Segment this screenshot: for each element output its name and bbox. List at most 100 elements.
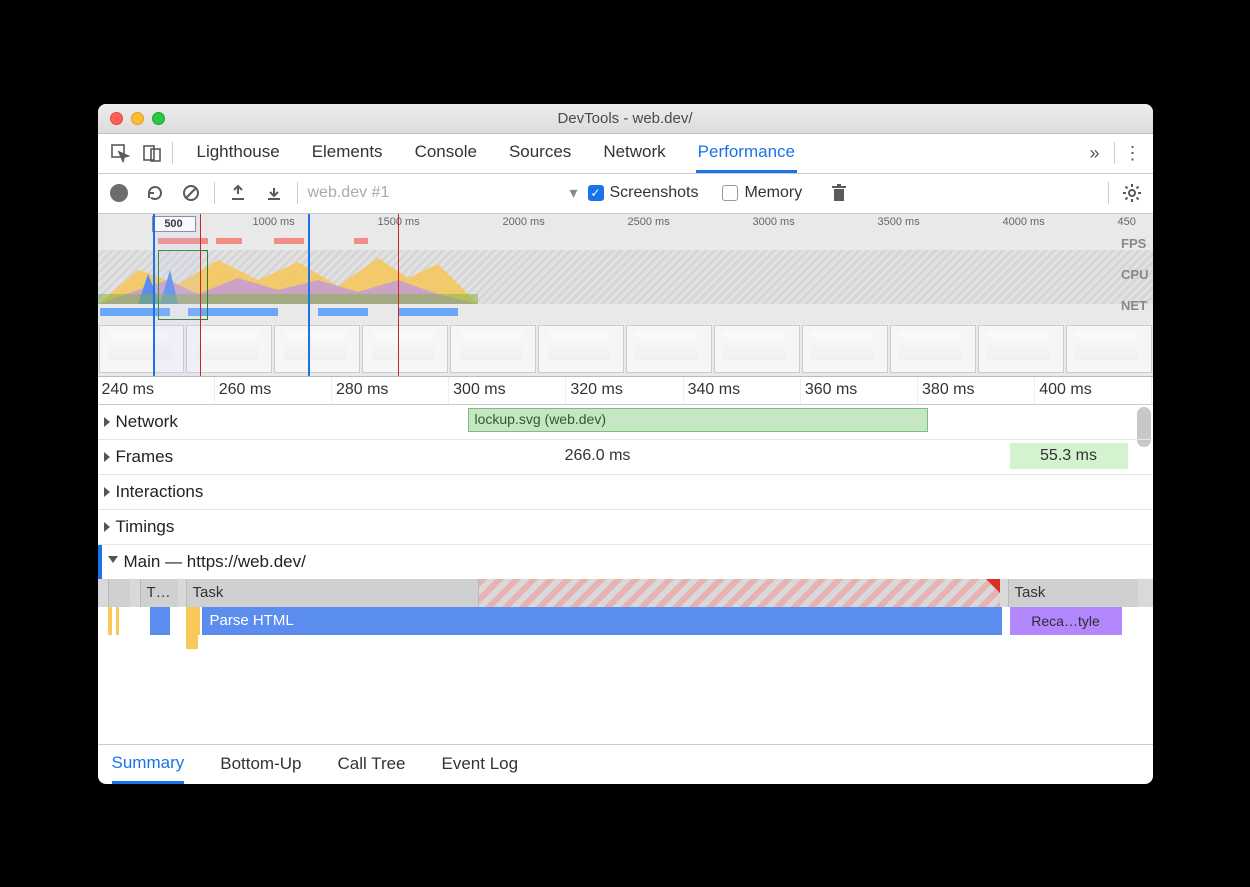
flame-chart[interactable]: Network lockup.svg (web.dev) Frames 266.… — [98, 405, 1153, 744]
track-label: Main — https://web.dev/ — [124, 552, 306, 572]
ruler-tick: 450 — [1118, 216, 1136, 228]
long-task-flag-icon — [986, 579, 1000, 593]
screenshot-thumb[interactable] — [802, 325, 888, 373]
overview-cursor-red — [398, 214, 399, 376]
screenshot-thumb[interactable] — [714, 325, 800, 373]
screenshot-thumb[interactable] — [626, 325, 712, 373]
collect-garbage-icon[interactable] — [826, 180, 852, 206]
overview-lane-labels: FPS CPU NET — [1121, 236, 1148, 313]
task-micro[interactable] — [108, 579, 130, 607]
reload-record-button[interactable] — [142, 180, 168, 206]
ruler-tick: 400 ms — [1035, 377, 1152, 404]
cpu-label: CPU — [1121, 267, 1148, 282]
task-segment[interactable]: T… — [140, 579, 178, 607]
ruler-tick: 260 ms — [215, 377, 332, 404]
clear-button[interactable] — [178, 180, 204, 206]
tab-elements[interactable]: Elements — [310, 134, 385, 173]
script-segment[interactable] — [186, 607, 200, 635]
track-label: Frames — [116, 447, 174, 467]
inspect-element-icon[interactable] — [104, 137, 136, 169]
more-tabs-icon[interactable]: » — [1080, 143, 1110, 164]
tab-network[interactable]: Network — [601, 134, 667, 173]
ruler-tick: 280 ms — [332, 377, 449, 404]
tab-summary[interactable]: Summary — [112, 745, 185, 784]
recalc-style-segment[interactable]: Reca…tyle — [1010, 607, 1122, 635]
expand-triangle-icon[interactable] — [104, 522, 110, 532]
ruler-tick: 320 ms — [566, 377, 683, 404]
expand-triangle-icon[interactable] — [104, 487, 110, 497]
tab-bottom-up[interactable]: Bottom-Up — [220, 746, 301, 782]
window-title: DevTools - web.dev/ — [98, 110, 1153, 127]
screenshot-thumb[interactable] — [538, 325, 624, 373]
script-segment[interactable] — [108, 607, 112, 635]
overview-pane[interactable]: 500 1000 ms 1500 ms 2000 ms 2500 ms 3000… — [98, 214, 1153, 377]
tab-console[interactable]: Console — [413, 134, 479, 173]
track-network[interactable]: Network lockup.svg (web.dev) — [98, 405, 1153, 440]
ruler-tick: 1000 ms — [253, 216, 295, 228]
expand-triangle-icon[interactable] — [104, 417, 110, 427]
parse-segment[interactable] — [150, 607, 170, 635]
script-segment[interactable] — [116, 607, 119, 635]
screenshot-thumb[interactable] — [274, 325, 360, 373]
capture-settings-icon[interactable] — [1119, 180, 1145, 206]
main-tabs: Lighthouse Elements Console Sources Netw… — [195, 134, 1080, 173]
call-row-2 — [98, 635, 1153, 653]
tab-performance[interactable]: Performance — [696, 134, 797, 173]
overview-fps-lane — [98, 234, 1153, 250]
ruler-tick: 3500 ms — [878, 216, 920, 228]
script-segment[interactable] — [186, 635, 198, 649]
track-label: Network — [116, 412, 178, 432]
screenshot-thumb[interactable] — [1066, 325, 1152, 373]
screenshot-thumb[interactable] — [450, 325, 536, 373]
track-main[interactable]: Main — https://web.dev/ T… Task Task Par… — [98, 545, 1153, 713]
save-profile-icon[interactable] — [261, 180, 287, 206]
network-request[interactable]: lockup.svg (web.dev) — [468, 408, 928, 432]
load-profile-icon[interactable] — [225, 180, 251, 206]
record-button[interactable] — [106, 180, 132, 206]
expand-triangle-icon[interactable] — [104, 452, 110, 462]
frame-duration[interactable]: 266.0 ms — [188, 443, 1008, 469]
ruler-tick: 360 ms — [801, 377, 918, 404]
details-tabs: Summary Bottom-Up Call Tree Event Log — [98, 744, 1153, 784]
overview-cursor-blue — [308, 214, 310, 376]
call-row: Parse HTML Reca…tyle — [98, 607, 1153, 635]
track-label: Timings — [116, 517, 175, 537]
task-segment[interactable]: Task — [186, 579, 478, 607]
memory-label: Memory — [744, 184, 802, 202]
ruler-tick: 3000 ms — [753, 216, 795, 228]
tab-lighthouse[interactable]: Lighthouse — [195, 134, 282, 173]
parse-html-segment[interactable]: Parse HTML — [202, 607, 1002, 635]
screenshot-thumb[interactable] — [978, 325, 1064, 373]
recording-select[interactable]: web.dev #1 ▾ — [308, 183, 578, 203]
task-segment[interactable]: Task — [1008, 579, 1138, 607]
chevron-down-icon: ▾ — [569, 183, 577, 203]
flame-ruler[interactable]: 240 ms 260 ms 280 ms 300 ms 320 ms 340 m… — [98, 377, 1153, 405]
checkbox-checked-icon: ✓ — [588, 185, 604, 201]
ruler-tick: 2000 ms — [503, 216, 545, 228]
task-row: T… Task Task — [98, 579, 1153, 607]
screenshot-thumb[interactable] — [890, 325, 976, 373]
screenshot-thumb[interactable] — [362, 325, 448, 373]
screenshot-filmstrip[interactable] — [98, 324, 1153, 374]
ruler-tick: 380 ms — [918, 377, 1035, 404]
collapse-triangle-icon[interactable] — [108, 556, 118, 568]
screenshots-checkbox[interactable]: ✓ Screenshots — [588, 184, 699, 202]
net-label: NET — [1121, 298, 1148, 313]
divider — [1108, 182, 1109, 204]
checkbox-unchecked-icon — [722, 185, 738, 201]
long-task-segment[interactable] — [478, 579, 1000, 607]
track-interactions[interactable]: Interactions — [98, 475, 1153, 510]
tab-event-log[interactable]: Event Log — [442, 746, 519, 782]
track-frames[interactable]: Frames 266.0 ms 55.3 ms — [98, 440, 1153, 475]
tab-sources[interactable]: Sources — [507, 134, 573, 173]
overview-selection[interactable] — [153, 214, 201, 376]
tab-call-tree[interactable]: Call Tree — [337, 746, 405, 782]
device-toolbar-icon[interactable] — [136, 137, 168, 169]
track-timings[interactable]: Timings — [98, 510, 1153, 545]
settings-menu-icon[interactable]: ⋮ — [1119, 143, 1147, 164]
frame-duration[interactable]: 55.3 ms — [1010, 443, 1128, 469]
overview-ruler: 500 1000 ms 1500 ms 2000 ms 2500 ms 3000… — [98, 214, 1153, 234]
memory-checkbox[interactable]: Memory — [722, 184, 802, 202]
ruler-tick: 4000 ms — [1003, 216, 1045, 228]
performance-toolbar: web.dev #1 ▾ ✓ Screenshots Memory — [98, 174, 1153, 214]
